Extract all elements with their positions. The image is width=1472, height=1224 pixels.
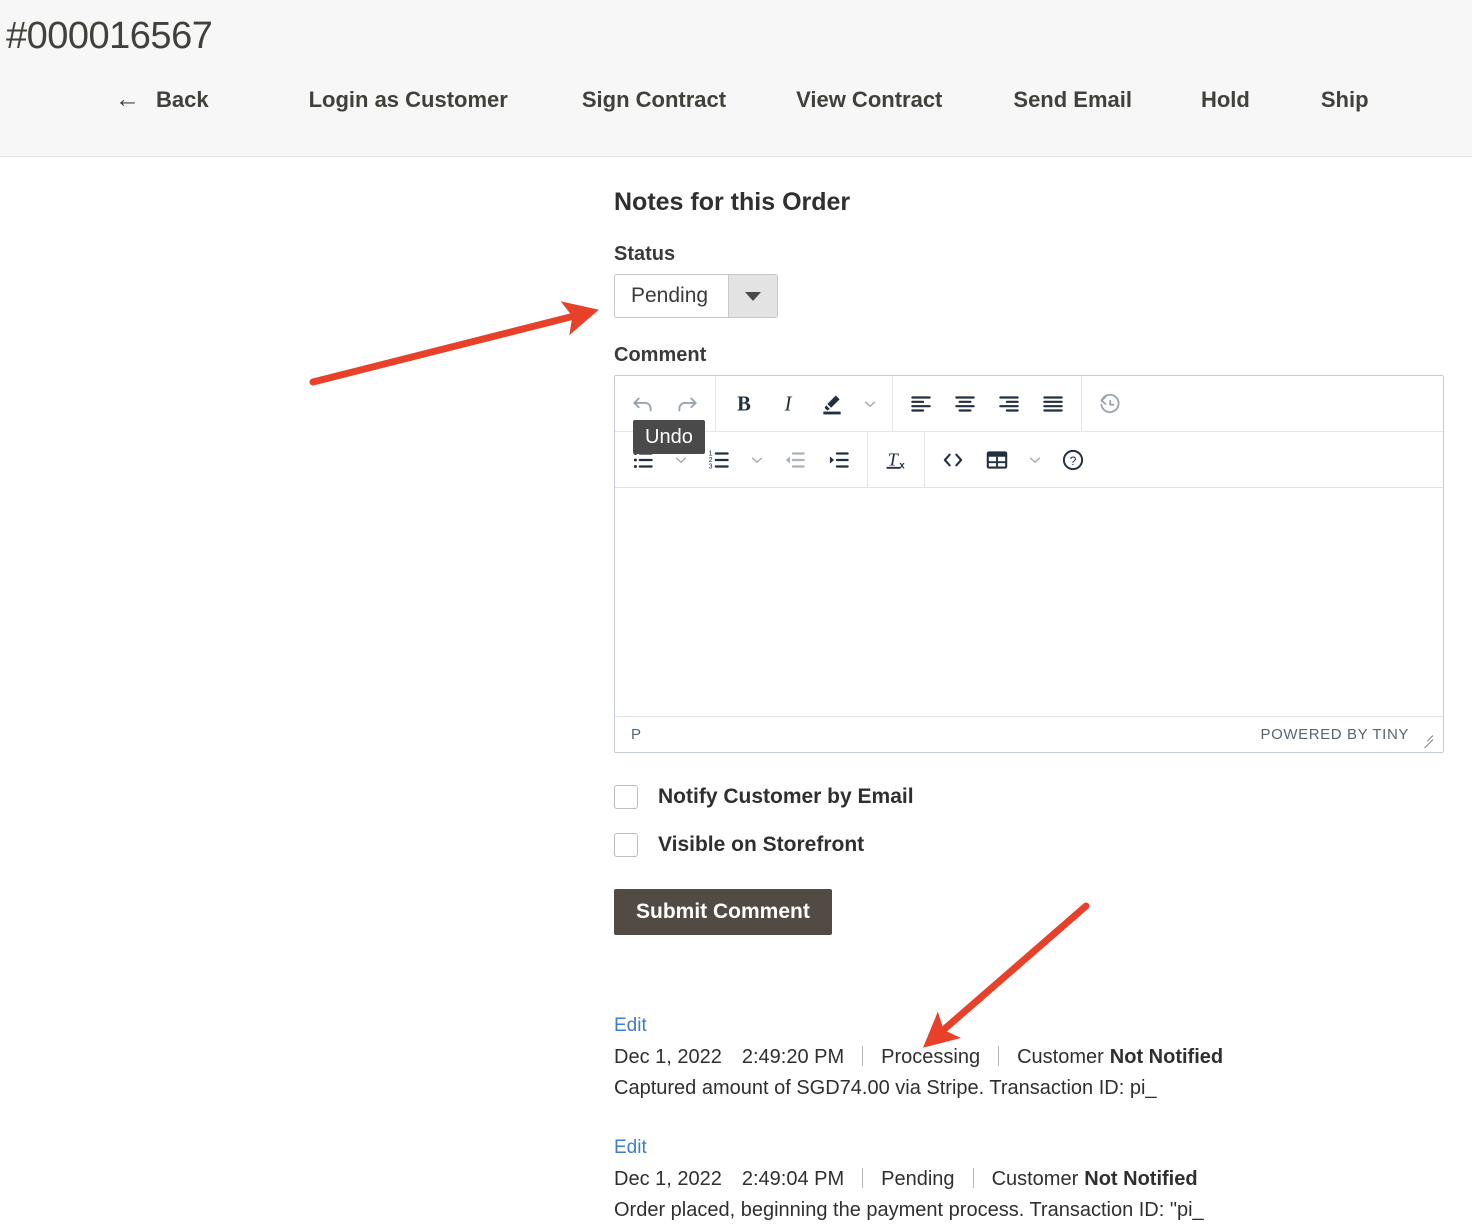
status-select-toggle[interactable] — [728, 275, 777, 317]
history-customer-label: Customer — [991, 1168, 1079, 1190]
align-center-icon[interactable] — [943, 384, 987, 424]
editor-status-right: POWERED BY TINY — [1261, 726, 1434, 748]
editor-toolbar-row-1: B I — [615, 375, 1443, 432]
redo-icon[interactable] — [665, 384, 709, 424]
undo-icon[interactable] — [621, 384, 665, 424]
meta-divider — [972, 1168, 974, 1188]
meta-divider — [862, 1046, 864, 1066]
align-left-icon[interactable] — [899, 384, 943, 424]
editor-toolbar-row-2: 123 T x ? — [615, 431, 1443, 488]
history-edit-link[interactable]: Edit — [614, 1013, 1445, 1039]
notify-customer-row[interactable]: Notify Customer by Email — [614, 785, 1445, 809]
editor-tools-group: ? — [924, 431, 1101, 488]
svg-text:?: ? — [1070, 453, 1077, 467]
table-icon[interactable] — [975, 440, 1019, 480]
editor-align-group — [892, 375, 1081, 432]
send-email-button[interactable]: Send Email — [1013, 78, 1132, 122]
svg-text:B: B — [737, 393, 751, 415]
history-comment-text: Captured amount of SGD74.00 via Stripe. … — [614, 1077, 1157, 1099]
comment-rich-text-editor[interactable]: B I 1 2 3 T x ? P POWERED BY TINY Undo — [614, 375, 1444, 753]
ship-button[interactable]: Ship — [1321, 78, 1369, 122]
login-as-customer-button[interactable]: Login as Customer — [309, 78, 508, 122]
visible-storefront-label: Visible on Storefront — [658, 833, 865, 856]
arrow-to-status-dropdown — [309, 301, 599, 386]
svg-text:T: T — [888, 449, 900, 469]
comment-editable-area[interactable] — [615, 488, 1443, 716]
notes-panel: Notes for this Order Status Pending Comm… — [614, 157, 1445, 1224]
undo-tooltip: Undo — [633, 420, 705, 454]
status-select[interactable]: Pending — [614, 274, 778, 318]
visible-storefront-row[interactable]: Visible on Storefront — [614, 833, 1445, 857]
editor-clear-group: T x — [867, 431, 924, 488]
editor-element-path[interactable]: P — [631, 726, 641, 743]
history-notified-state: Not Notified — [1109, 1046, 1224, 1068]
indent-icon[interactable] — [817, 440, 861, 480]
comment-label: Comment — [614, 344, 707, 366]
history-meta: Dec 1, 2022 2:49:20 PM Processing Custom… — [614, 1043, 1445, 1071]
text-color-icon[interactable] — [810, 384, 854, 424]
status-label: Status — [614, 243, 676, 265]
status-select-value: Pending — [631, 284, 709, 307]
tiny-branding[interactable]: POWERED BY TINY — [1261, 726, 1409, 743]
outdent-icon[interactable] — [773, 440, 817, 480]
arrow-left-icon: ← — [115, 84, 140, 113]
notes-heading: Notes for this Order — [614, 188, 851, 216]
svg-text:3: 3 — [709, 463, 713, 470]
sign-contract-button[interactable]: Sign Contract — [582, 78, 726, 122]
action-toolbar: ← Back Login as Customer Sign Contract V… — [0, 78, 1472, 122]
clear-formatting-icon[interactable]: T x — [874, 440, 918, 480]
chevron-down-icon[interactable] — [1019, 440, 1051, 480]
chevron-down-icon[interactable] — [741, 440, 773, 480]
hold-button[interactable]: Hold — [1201, 78, 1250, 122]
editor-draft-group — [1081, 375, 1138, 432]
history-comment-text: Order placed, beginning the payment proc… — [614, 1199, 1204, 1221]
notify-customer-checkbox[interactable] — [614, 785, 638, 809]
help-icon[interactable]: ? — [1051, 440, 1095, 480]
history-status: Pending — [881, 1168, 955, 1190]
history-status: Processing — [881, 1046, 981, 1068]
bold-icon[interactable]: B — [722, 384, 766, 424]
history-entry: Edit Dec 1, 2022 2:49:04 PM Pending Cust… — [614, 1135, 1445, 1224]
history-edit-link[interactable]: Edit — [614, 1135, 1445, 1161]
history-date: Dec 1, 2022 — [614, 1168, 722, 1190]
source-code-icon[interactable] — [931, 440, 975, 480]
history-time: 2:49:20 PM — [741, 1046, 845, 1068]
editor-format-group: B I — [715, 375, 892, 432]
italic-icon[interactable]: I — [766, 384, 810, 424]
view-contract-button[interactable]: View Contract — [796, 78, 942, 122]
align-right-icon[interactable] — [987, 384, 1031, 424]
chevron-down-icon — [745, 291, 761, 301]
editor-status-bar: P POWERED BY TINY — [615, 716, 1443, 752]
history-entry: Edit Dec 1, 2022 2:49:20 PM Processing C… — [614, 1013, 1445, 1102]
align-justify-icon[interactable] — [1031, 384, 1075, 424]
back-button[interactable]: ← Back — [115, 78, 209, 122]
history-notified-state: Not Notified — [1084, 1168, 1198, 1190]
page-header: #000016567 ← Back Login as Customer Sign… — [0, 0, 1472, 157]
restore-draft-icon[interactable] — [1088, 384, 1132, 424]
meta-divider — [862, 1168, 864, 1188]
notify-customer-label: Notify Customer by Email — [658, 785, 914, 808]
chevron-down-icon[interactable] — [854, 384, 886, 424]
history-customer-label: Customer — [1017, 1046, 1104, 1068]
submit-comment-button[interactable]: Submit Comment — [614, 889, 832, 935]
svg-text:x: x — [899, 460, 905, 471]
svg-text:I: I — [784, 393, 793, 415]
page-title: #000016567 — [6, 15, 213, 57]
history-meta: Dec 1, 2022 2:49:04 PM Pending Customer … — [614, 1165, 1445, 1193]
history-date: Dec 1, 2022 — [614, 1046, 722, 1068]
history-time: 2:49:04 PM — [741, 1168, 845, 1190]
visible-storefront-checkbox[interactable] — [614, 833, 638, 857]
meta-divider — [998, 1046, 1000, 1066]
order-history-list: Edit Dec 1, 2022 2:49:20 PM Processing C… — [614, 1013, 1445, 1224]
back-button-label: Back — [156, 87, 209, 112]
editor-resize-handle[interactable] — [1419, 728, 1434, 748]
